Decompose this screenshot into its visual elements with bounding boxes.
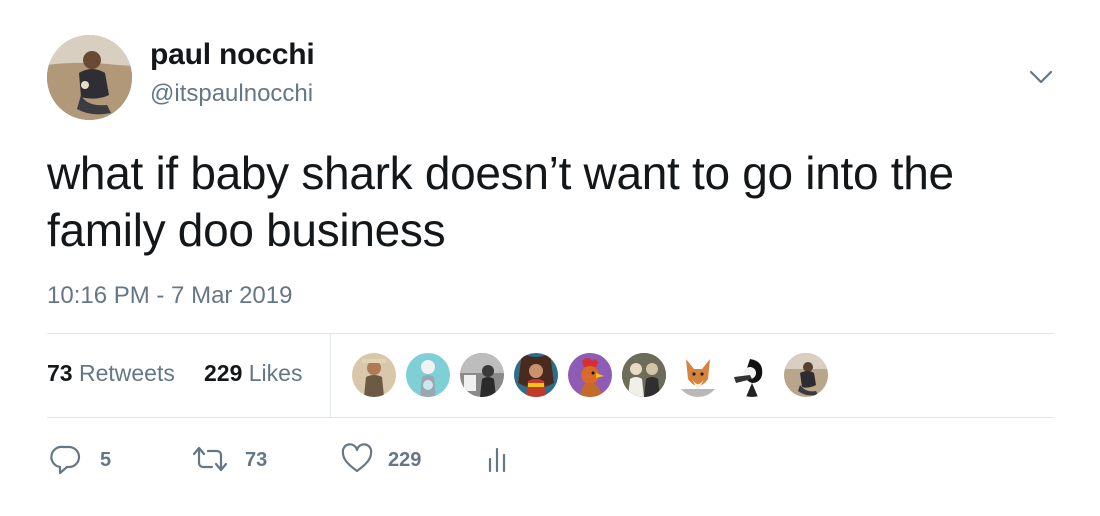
likes-count: 229 <box>204 360 243 386</box>
stats-separator <box>330 334 331 417</box>
reply-count: 5 <box>100 449 112 471</box>
liker-avatar[interactable] <box>352 353 396 397</box>
retweets-stat[interactable]: 73 Retweets <box>47 360 175 387</box>
liker-avatar[interactable] <box>730 353 774 397</box>
tweet-text: what if baby shark doesn’t want to go in… <box>47 147 954 256</box>
liker-avatar[interactable] <box>406 353 450 397</box>
liker-avatar[interactable] <box>514 353 558 397</box>
retweet-icon <box>192 446 228 472</box>
liker-avatar[interactable] <box>568 353 612 397</box>
reply-icon <box>50 445 81 475</box>
tweet-card: paul nocchi @itspaulnocchi what if baby … <box>0 0 1100 516</box>
like-count: 229 <box>388 449 422 471</box>
likes-stat[interactable]: 229 Likes <box>204 360 302 387</box>
liker-avatar[interactable] <box>784 353 828 397</box>
liker-avatar[interactable] <box>622 353 666 397</box>
retweet-count: 73 <box>245 449 268 471</box>
divider <box>47 333 1054 334</box>
likes-label: Likes <box>248 360 303 386</box>
author-name[interactable]: paul nocchi <box>150 38 315 72</box>
author-avatar[interactable] <box>47 35 132 120</box>
chevron-down-icon[interactable] <box>1026 64 1056 90</box>
retweets-label: Retweets <box>78 360 175 386</box>
liker-avatar[interactable] <box>460 353 504 397</box>
author-handle[interactable]: @itspaulnocchi <box>150 80 313 108</box>
retweets-count: 73 <box>47 360 73 386</box>
divider <box>47 417 1054 418</box>
heart-icon <box>341 443 373 473</box>
analytics-button[interactable] <box>485 443 515 475</box>
analytics-icon <box>488 447 506 473</box>
liker-avatar[interactable] <box>676 353 720 397</box>
tweet-timestamp[interactable]: 10:16 PM - 7 Mar 2019 <box>47 282 292 310</box>
